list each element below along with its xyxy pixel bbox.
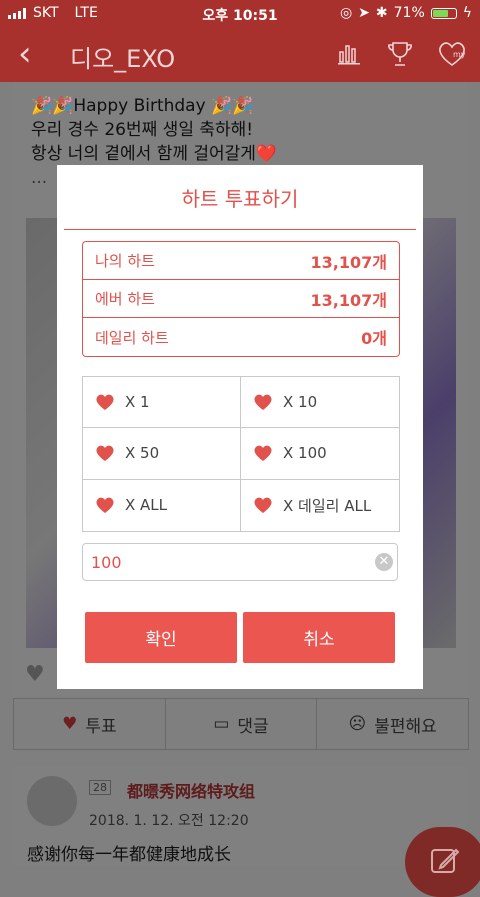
heart-amount-input[interactable] <box>89 544 363 580</box>
divider <box>64 229 416 230</box>
status-bar: SKT LTE 오후 10:51 ◎ ➤ ✱ 71% ϟ <box>0 0 480 28</box>
option-label: X ALL <box>125 496 168 515</box>
option-label: X 10 <box>283 393 318 412</box>
heart-label: 에버 하트 <box>95 290 155 308</box>
option-label: X 50 <box>125 444 160 463</box>
vote-label: 투표 <box>85 716 117 737</box>
back-icon[interactable]: ‹ <box>18 34 32 74</box>
post-line: 🎉🎉Happy Birthday 🎉🎉 <box>31 96 254 116</box>
option-label: X 100 <box>283 444 327 463</box>
option-label: X 1 <box>125 393 150 412</box>
like-heart-icon[interactable]: ♥ <box>25 662 45 687</box>
battery-percent: 71% <box>393 5 425 21</box>
post-line: 우리 경수 26번째 생일 축하해! <box>31 120 254 140</box>
heart-value: 13,107개 <box>310 252 387 272</box>
write-button[interactable] <box>405 827 480 897</box>
reaction-bar: ♥ 투표 ▭ 댓글 ☹ 불편해요 <box>13 698 469 750</box>
dialog-title: 하트 투표하기 <box>181 187 299 211</box>
my-heart-icon[interactable]: my <box>436 40 468 68</box>
rank-badge-number: 28 <box>93 781 107 794</box>
heart-vote-dialog: 하트 투표하기 나의 하트 13,107개 에버 하트 13,107개 데일리 … <box>57 165 423 689</box>
vote-daily-all-option[interactable]: X 데일리 ALL <box>241 480 399 531</box>
comment-label: 댓글 <box>237 716 269 737</box>
confirm-button[interactable]: 확인 <box>85 612 237 663</box>
vote-all-option[interactable]: X ALL <box>83 479 241 531</box>
edit-icon <box>431 848 460 873</box>
uncomfortable-button[interactable]: ☹ 불편해요 <box>317 699 468 749</box>
page-title: 디오_EXO <box>70 45 176 73</box>
vote-x50-option[interactable]: X 50 <box>83 428 241 480</box>
cancel-button[interactable]: 취소 <box>243 612 395 663</box>
vote-x1-option[interactable]: X 1 <box>83 377 241 429</box>
trophy-icon[interactable] <box>386 40 414 68</box>
post-date: 2018. 1. 12. 오전 12:20 <box>89 813 249 829</box>
svg-text:my: my <box>453 50 466 59</box>
heart-row: 나의 하트 13,107개 <box>83 242 399 280</box>
app-bar: ‹ 디오_EXO my <box>0 28 480 82</box>
heart-icon <box>254 497 272 514</box>
vote-x100-option[interactable]: X 100 <box>241 428 399 480</box>
battery-icon <box>430 7 457 19</box>
clear-icon[interactable]: ✕ <box>375 553 393 571</box>
vote-button[interactable]: ♥ 투표 <box>14 699 166 749</box>
post-text: 感谢你每一年都健康地成长 <box>27 845 231 865</box>
chart-icon[interactable] <box>336 40 362 66</box>
heart-balance-table: 나의 하트 13,107개 에버 하트 13,107개 데일리 하트 0개 <box>82 241 400 357</box>
vote-amount-grid: X 1 X 10 X 50 X 100 X ALL X 데일리 ALL <box>82 376 400 532</box>
comment-icon: ▭ <box>213 714 230 734</box>
lock-rotation-icon: ◎ <box>339 5 353 21</box>
comment-button[interactable]: ▭ 댓글 <box>166 699 318 749</box>
heart-icon <box>254 394 272 411</box>
heart-value: 13,107개 <box>310 290 387 310</box>
heart-row: 데일리 하트 0개 <box>83 318 399 356</box>
heart-icon: ♥ <box>62 714 78 734</box>
location-icon: ➤ <box>358 5 370 21</box>
uncomfortable-label: 불편해요 <box>374 716 437 737</box>
heart-amount-field: ✕ <box>82 543 398 581</box>
charging-icon: ϟ <box>462 5 472 21</box>
heart-row: 에버 하트 13,107개 <box>83 280 399 318</box>
bluetooth-icon: ✱ <box>375 5 388 21</box>
post-line: 항상 너의 곁에서 함께 걸어갈게❤️ <box>31 144 278 164</box>
heart-icon <box>96 446 114 462</box>
author-name[interactable]: 都暻秀网络特攻组 <box>127 778 255 802</box>
heart-icon <box>96 497 114 514</box>
heart-label: 나의 하트 <box>95 252 155 270</box>
heart-value: 0개 <box>361 329 387 348</box>
heart-icon <box>254 446 272 462</box>
option-label: X 데일리 ALL <box>283 496 372 515</box>
heart-icon <box>96 394 114 411</box>
heart-label: 데일리 하트 <box>95 328 169 347</box>
frown-icon: ☹ <box>348 714 367 734</box>
avatar[interactable] <box>27 776 77 826</box>
next-post-card: 28 都暻秀网络特攻组 2018. 1. 12. 오전 12:20 感谢你每一年… <box>13 766 467 866</box>
vote-x10-option[interactable]: X 10 <box>241 377 399 429</box>
rank-badge: 28 <box>89 780 111 795</box>
